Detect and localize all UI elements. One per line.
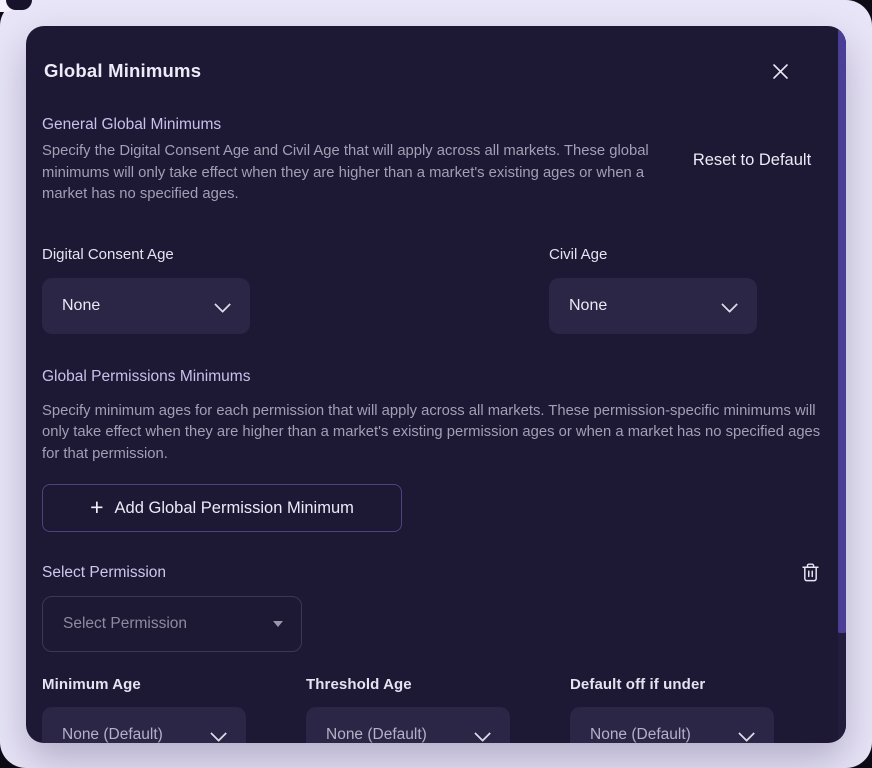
permissions-section: Global Permissions Minimums Specify mini… — [42, 368, 830, 744]
digital-consent-age-dropdown[interactable]: None — [42, 278, 250, 334]
chevron-down-icon — [721, 296, 738, 313]
reset-to-default-button[interactable]: Reset to Default — [654, 151, 830, 170]
modal-title: Global Minimums — [44, 60, 201, 82]
add-button-label: Add Global Permission Minimum — [115, 499, 354, 518]
general-fields-row: Digital Consent Age None Civil Age None — [42, 246, 830, 334]
threshold-age-label: Threshold Age — [306, 676, 510, 693]
plus-icon: + — [90, 496, 103, 519]
select-permission-placeholder: Select Permission — [63, 615, 187, 633]
chevron-down-icon — [214, 296, 231, 313]
global-minimums-modal: Global Minimums General Global Minimums … — [26, 26, 846, 743]
permissions-section-heading: Global Permissions Minimums — [42, 368, 830, 386]
threshold-age-value: None (Default) — [326, 726, 427, 743]
general-section-header: General Global Minimums Specify the Digi… — [42, 116, 830, 206]
select-permission-label: Select Permission — [42, 564, 166, 582]
minimum-age-label: Minimum Age — [42, 676, 246, 693]
select-permission-dropdown[interactable]: Select Permission — [42, 596, 302, 652]
trash-icon — [800, 571, 821, 586]
digital-consent-age-value: None — [62, 297, 100, 315]
permission-age-fields-row: Minimum Age None (Default) Threshold Age… — [42, 676, 830, 743]
chevron-down-icon — [738, 725, 755, 742]
civil-age-label: Civil Age — [549, 246, 757, 263]
general-section-description: Specify the Digital Consent Age and Civi… — [42, 141, 654, 206]
scrollbar-thumb[interactable] — [838, 26, 846, 633]
add-global-permission-minimum-button[interactable]: + Add Global Permission Minimum — [42, 484, 402, 532]
permission-entry-header: Select Permission — [42, 562, 830, 583]
chevron-down-icon — [210, 725, 227, 742]
chevron-down-icon — [474, 725, 491, 742]
modal-header: Global Minimums — [42, 26, 830, 90]
minimum-age-dropdown[interactable]: None (Default) — [42, 707, 246, 743]
close-button[interactable] — [771, 62, 790, 81]
general-section-heading: General Global Minimums — [42, 116, 654, 134]
close-icon — [771, 69, 790, 84]
default-off-if-under-label: Default off if under — [570, 676, 774, 693]
minimum-age-value: None (Default) — [62, 726, 163, 743]
default-off-if-under-dropdown[interactable]: None (Default) — [570, 707, 774, 743]
caret-down-icon — [273, 621, 283, 627]
modal-scrollbar[interactable] — [838, 26, 846, 743]
permissions-section-description: Specify minimum ages for each permission… — [42, 401, 838, 466]
default-off-if-under-value: None (Default) — [590, 726, 691, 743]
digital-consent-age-label: Digital Consent Age — [42, 246, 250, 263]
civil-age-dropdown[interactable]: None — [549, 278, 757, 334]
civil-age-value: None — [569, 297, 607, 315]
delete-permission-button[interactable] — [800, 562, 821, 583]
threshold-age-dropdown[interactable]: None (Default) — [306, 707, 510, 743]
